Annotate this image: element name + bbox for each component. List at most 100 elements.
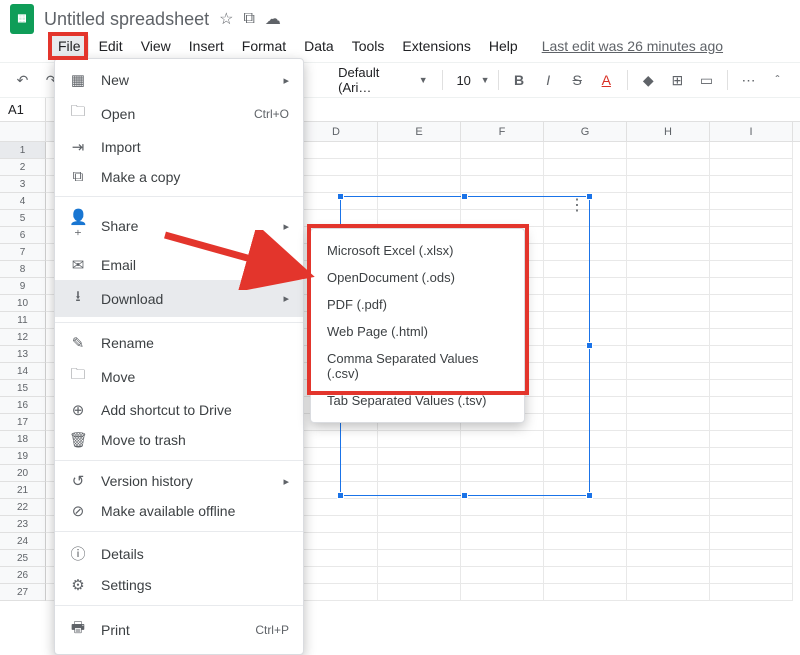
resize-handle[interactable] xyxy=(586,492,593,499)
cell[interactable] xyxy=(461,550,544,567)
cell[interactable] xyxy=(710,278,793,295)
cell[interactable] xyxy=(710,448,793,465)
row-header[interactable]: 14 xyxy=(0,363,46,380)
collapse-toolbar-button[interactable]: ˆ xyxy=(765,67,790,93)
cell[interactable] xyxy=(627,397,710,414)
row-header[interactable]: 4 xyxy=(0,193,46,210)
resize-handle[interactable] xyxy=(586,193,593,200)
cell[interactable] xyxy=(627,414,710,431)
row-header[interactable]: 25 xyxy=(0,550,46,567)
cell[interactable] xyxy=(295,567,378,584)
menu-help[interactable]: Help xyxy=(481,34,526,58)
row-header[interactable]: 10 xyxy=(0,295,46,312)
cell[interactable] xyxy=(710,312,793,329)
cloud-status-icon[interactable]: ☁ xyxy=(265,9,281,29)
resize-handle[interactable] xyxy=(461,492,468,499)
cell[interactable] xyxy=(710,465,793,482)
row-header[interactable]: 7 xyxy=(0,244,46,261)
cell[interactable] xyxy=(627,584,710,601)
star-icon[interactable]: ☆ xyxy=(219,9,233,29)
cell[interactable] xyxy=(627,346,710,363)
cell[interactable] xyxy=(627,567,710,584)
cell[interactable] xyxy=(710,295,793,312)
resize-handle[interactable] xyxy=(461,193,468,200)
cell[interactable] xyxy=(544,159,627,176)
file-download[interactable]: ⭳ Download ▸ xyxy=(55,280,303,317)
col-header[interactable]: F xyxy=(461,122,544,141)
row-header[interactable]: 6 xyxy=(0,227,46,244)
cell[interactable] xyxy=(378,533,461,550)
row-header[interactable]: 21 xyxy=(0,482,46,499)
row-header[interactable]: 1 xyxy=(0,142,46,159)
cell[interactable] xyxy=(461,499,544,516)
cell[interactable] xyxy=(710,244,793,261)
cell[interactable] xyxy=(710,431,793,448)
cell[interactable] xyxy=(710,397,793,414)
cell[interactable] xyxy=(378,516,461,533)
cell[interactable] xyxy=(295,176,378,193)
cell[interactable] xyxy=(710,482,793,499)
file-details[interactable]: ⓘ Details xyxy=(55,537,303,570)
text-color-button[interactable]: A xyxy=(594,67,619,93)
cell[interactable] xyxy=(378,159,461,176)
file-new[interactable]: ▦ New ▸ xyxy=(55,65,303,95)
cell[interactable] xyxy=(627,465,710,482)
borders-button[interactable]: ⊞ xyxy=(665,67,690,93)
file-open[interactable]: 🗀 Open Ctrl+O xyxy=(55,95,303,132)
cell[interactable] xyxy=(627,380,710,397)
row-header[interactable]: 9 xyxy=(0,278,46,295)
last-edit-link[interactable]: Last edit was 26 minutes ago xyxy=(542,38,723,54)
cell[interactable] xyxy=(627,261,710,278)
row-header[interactable]: 22 xyxy=(0,499,46,516)
cell[interactable] xyxy=(461,533,544,550)
cell[interactable] xyxy=(710,584,793,601)
menu-extensions[interactable]: Extensions xyxy=(394,34,478,58)
download-ods[interactable]: OpenDocument (.ods) xyxy=(311,264,524,291)
row-header[interactable]: 15 xyxy=(0,380,46,397)
row-header[interactable]: 23 xyxy=(0,516,46,533)
cell[interactable] xyxy=(710,380,793,397)
name-box[interactable]: A1 xyxy=(0,98,46,121)
row-header[interactable]: 12 xyxy=(0,329,46,346)
cell[interactable] xyxy=(295,584,378,601)
cell[interactable] xyxy=(627,159,710,176)
cell[interactable] xyxy=(295,550,378,567)
download-xlsx[interactable]: Microsoft Excel (.xlsx) xyxy=(311,237,524,264)
cell[interactable] xyxy=(378,176,461,193)
file-print[interactable]: 🖶 Print Ctrl+P xyxy=(55,611,303,648)
cell[interactable] xyxy=(627,176,710,193)
cell[interactable] xyxy=(710,210,793,227)
menu-format[interactable]: Format xyxy=(234,34,294,58)
file-add-shortcut[interactable]: ⊕ Add shortcut to Drive xyxy=(55,395,303,425)
row-header[interactable]: 19 xyxy=(0,448,46,465)
font-size-select[interactable]: 10 xyxy=(451,73,477,88)
cell[interactable] xyxy=(461,516,544,533)
cell[interactable] xyxy=(710,567,793,584)
cell[interactable] xyxy=(461,567,544,584)
cell[interactable] xyxy=(544,567,627,584)
cell[interactable] xyxy=(627,499,710,516)
cell[interactable] xyxy=(627,363,710,380)
file-email[interactable]: ✉ Email ▸ xyxy=(55,250,303,280)
download-pdf[interactable]: PDF (.pdf) xyxy=(311,291,524,318)
cell[interactable] xyxy=(295,533,378,550)
row-header[interactable]: 13 xyxy=(0,346,46,363)
cell[interactable] xyxy=(295,142,378,159)
row-header[interactable]: 2 xyxy=(0,159,46,176)
cell[interactable] xyxy=(627,329,710,346)
file-move[interactable]: 🗀 Move xyxy=(55,358,303,395)
cell[interactable] xyxy=(627,312,710,329)
cell[interactable] xyxy=(378,142,461,159)
cell[interactable] xyxy=(544,499,627,516)
menu-insert[interactable]: Insert xyxy=(181,34,232,58)
document-title[interactable]: Untitled spreadsheet xyxy=(44,9,209,30)
resize-handle[interactable] xyxy=(586,342,593,349)
more-toolbar-button[interactable]: ⋯ xyxy=(736,67,761,93)
file-rename[interactable]: ✎ Rename xyxy=(55,328,303,358)
download-tsv[interactable]: Tab Separated Values (.tsv) xyxy=(311,387,524,414)
download-html[interactable]: Web Page (.html) xyxy=(311,318,524,345)
cell[interactable] xyxy=(710,176,793,193)
select-all-corner[interactable] xyxy=(0,122,46,141)
menu-view[interactable]: View xyxy=(133,34,179,58)
cell[interactable] xyxy=(544,176,627,193)
